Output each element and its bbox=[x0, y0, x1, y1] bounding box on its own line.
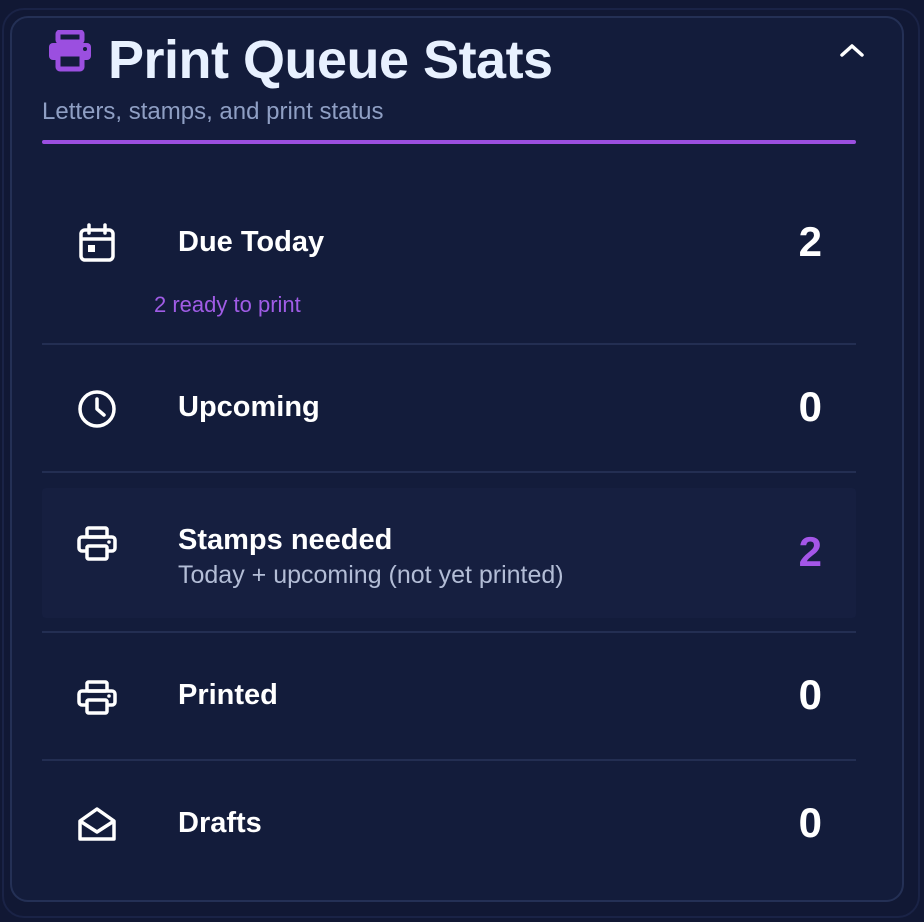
stat-note: 2 ready to print bbox=[154, 292, 301, 317]
stat-row-drafts[interactable]: Drafts 0 bbox=[42, 761, 856, 889]
stat-value: 0 bbox=[798, 799, 822, 846]
printer-icon bbox=[46, 29, 94, 72]
panel-subtitle: Letters, stamps, and print status bbox=[42, 98, 384, 125]
stat-value: 0 bbox=[798, 383, 822, 430]
header-divider bbox=[42, 140, 856, 144]
printer-icon bbox=[76, 677, 118, 719]
collapse-button[interactable] bbox=[832, 30, 872, 70]
stat-sublabel: Today + upcoming (not yet printed) bbox=[178, 561, 564, 589]
stat-label: Due Today bbox=[178, 226, 325, 258]
stat-row-upcoming[interactable]: Upcoming 0 bbox=[42, 345, 856, 473]
chevron-up-icon bbox=[840, 44, 864, 57]
panel-header: Print Queue Stats Letters, stamps, and p… bbox=[42, 22, 864, 144]
stat-value: 2 bbox=[798, 528, 822, 575]
calendar-icon bbox=[76, 222, 118, 264]
panel-title: Print Queue Stats bbox=[108, 30, 553, 90]
printer-icon bbox=[76, 523, 118, 565]
stat-label: Drafts bbox=[178, 807, 262, 839]
stat-label: Printed bbox=[178, 679, 278, 711]
stat-value: 0 bbox=[798, 671, 822, 718]
stat-value: 2 bbox=[798, 218, 822, 265]
stat-row-printed[interactable]: Printed 0 bbox=[42, 633, 856, 761]
stat-row-stamps-needed[interactable]: Stamps needed Today + upcoming (not yet … bbox=[42, 473, 856, 633]
stat-label: Stamps needed bbox=[178, 524, 393, 556]
stat-row-due-today[interactable]: Due Today 2 2 ready to print bbox=[42, 160, 856, 345]
stat-label: Upcoming bbox=[178, 391, 320, 423]
clock-icon bbox=[76, 388, 118, 430]
envelope-open-icon bbox=[76, 803, 118, 845]
